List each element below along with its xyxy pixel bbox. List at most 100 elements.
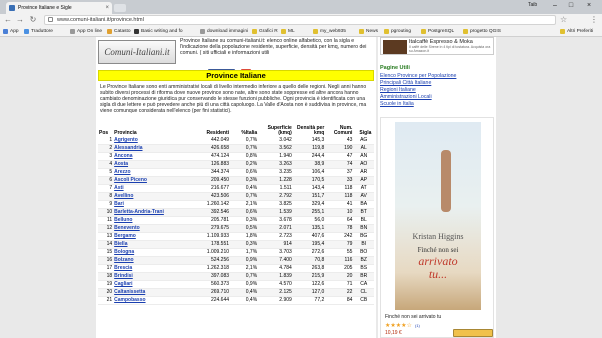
- link-province-popolazione[interactable]: Elenco Province per Popolazione: [380, 73, 456, 79]
- province-link[interactable]: Brescia: [114, 265, 132, 271]
- province-link[interactable]: Agrigento: [114, 137, 138, 143]
- cell-pct: 0,8%: [230, 152, 259, 162]
- cell-sup: 2.792: [258, 192, 293, 202]
- cell-name: Brindisi: [113, 272, 189, 282]
- bookmark-item[interactable]: Basic writing and fo: [134, 27, 183, 36]
- reload-icon[interactable]: ↻: [28, 15, 38, 25]
- cell-res: 269.710: [188, 288, 231, 298]
- bookmark-item[interactable]: Catasto: [107, 27, 131, 36]
- address-bar[interactable]: www.comuni-italiani.it/province.html: [44, 15, 556, 25]
- cell-pct: 0,7%: [230, 272, 259, 282]
- new-tab-button[interactable]: [114, 4, 126, 12]
- province-link[interactable]: Benevento: [114, 225, 140, 231]
- cell-name: Bolzano: [113, 256, 189, 266]
- cell-com: 242: [325, 232, 354, 242]
- cell-den: 127,0: [292, 288, 326, 298]
- cell-pct: 0,3%: [230, 240, 259, 250]
- table-row: 18 Brindisi 397.083 0,7% 1.839 215,9 20 BR: [98, 272, 374, 282]
- site-logo[interactable]: Comuni-Italiani.it: [98, 40, 176, 64]
- cell-sig: AO: [353, 160, 374, 170]
- province-link[interactable]: Biella: [114, 241, 127, 247]
- cell-sup: 2.723: [258, 232, 293, 242]
- cell-name: Ancona: [113, 152, 189, 162]
- tab-title: Province Italiane e Sigle: [18, 5, 72, 11]
- link-scuole[interactable]: Scuole in Italia: [380, 101, 414, 107]
- bookmark-item[interactable]: News: [359, 27, 378, 36]
- cell-sig: AR: [353, 168, 374, 178]
- province-link[interactable]: Alessandria: [114, 145, 142, 151]
- bookmark-item[interactable]: Altri Preferiti: [560, 27, 593, 36]
- ad-subtitle: Il caffè delle Sirene in 4 tipi di tosta…: [409, 45, 491, 53]
- cell-sup: 4.784: [258, 264, 293, 274]
- province-link[interactable]: Campobasso: [114, 297, 145, 303]
- forward-icon[interactable]: →: [15, 15, 25, 25]
- bookmark-label: App On line: [77, 29, 103, 34]
- cell-res: 1.260.142: [188, 200, 231, 210]
- close-tab-icon[interactable]: ×: [105, 2, 109, 14]
- table-row: 3 Ancona 474.124 0,8% 1.940 244,4 47 AN: [98, 152, 374, 162]
- tab-active[interactable]: Province Italiane e Sigle ×: [6, 2, 112, 14]
- bookmark-item[interactable]: App On line: [70, 27, 102, 36]
- province-link[interactable]: Bergamo: [114, 233, 136, 239]
- cell-pos: 4: [98, 160, 114, 170]
- province-link[interactable]: Ascoli Piceno: [114, 177, 147, 183]
- buy-button[interactable]: [453, 329, 493, 337]
- province-link[interactable]: Barletta-Andria-Trani: [114, 209, 164, 215]
- bookmark-item[interactable]: progetto QGIS: [463, 27, 501, 36]
- close-window-icon[interactable]: ×: [582, 0, 596, 12]
- cell-pct: 0,6%: [230, 208, 259, 218]
- bookmark-label: Traduttore: [31, 29, 53, 34]
- cell-sig: BT: [353, 208, 374, 218]
- maximize-icon[interactable]: □: [564, 0, 578, 12]
- tab-bar: Province Italiane e Sigle × Taib – □ ×: [0, 0, 602, 14]
- page-info-icon[interactable]: [48, 17, 53, 22]
- province-link[interactable]: Brindisi: [114, 273, 133, 279]
- bookmark-item[interactable]: my_web935: [313, 27, 346, 36]
- bookmark-item[interactable]: Grafici R: [252, 27, 278, 36]
- link-amministrazioni[interactable]: Amministrazioni Locali: [380, 94, 432, 100]
- review-count[interactable]: (1): [415, 323, 420, 328]
- province-link[interactable]: Aosta: [114, 161, 128, 167]
- book-cover[interactable]: Kristan Higgins Finché non sei arrivato …: [395, 122, 481, 310]
- cell-den: 77,2: [292, 296, 326, 306]
- cell-name: Arezzo: [113, 168, 189, 178]
- ad-banner[interactable]: Italcaffè Espresso & Moka Il caffè delle…: [380, 37, 494, 55]
- province-link[interactable]: Bari: [114, 201, 124, 207]
- province-link[interactable]: Arezzo: [114, 169, 130, 175]
- province-link[interactable]: Bologna: [114, 249, 134, 255]
- menu-icon[interactable]: ⋮: [590, 15, 598, 25]
- book-price: 10,19 €: [385, 330, 402, 336]
- minimize-icon[interactable]: –: [548, 0, 562, 12]
- cell-den: 215,9: [292, 272, 326, 282]
- bookmark-star-icon[interactable]: ☆: [560, 15, 567, 25]
- cell-pct: 2,1%: [230, 200, 259, 210]
- province-link[interactable]: Belluno: [114, 217, 132, 223]
- cell-name: Benevento: [113, 224, 189, 234]
- book-caption[interactable]: Finché non sei arrivato tu: [385, 314, 441, 320]
- cell-pct: 0,7%: [230, 137, 259, 146]
- bookmark-item[interactable]: download immagini: [200, 27, 248, 36]
- province-link[interactable]: Bolzano: [114, 257, 133, 263]
- province-link[interactable]: Asti: [114, 185, 123, 191]
- user-name[interactable]: Taib: [528, 2, 537, 8]
- bookmark-item[interactable]: Traduttore: [24, 27, 53, 36]
- cell-com: 10: [325, 208, 354, 218]
- province-link[interactable]: Avellino: [114, 193, 133, 199]
- bookmark-label: News: [366, 29, 378, 34]
- cell-res: 216.677: [188, 184, 231, 194]
- province-link[interactable]: Caltanissetta: [114, 289, 145, 295]
- bookmark-item[interactable]: PostgreSQL: [421, 27, 454, 36]
- province-link[interactable]: Cagliari: [114, 281, 132, 287]
- bookmark-item[interactable]: pgrouting: [384, 27, 411, 36]
- book-title-line1: Finché non sei: [417, 246, 459, 254]
- link-principali-citta[interactable]: Principali Città Italiane: [380, 80, 431, 86]
- province-link[interactable]: Ancona: [114, 153, 132, 159]
- link-regioni[interactable]: Regioni Italiane: [380, 87, 416, 93]
- bookmark-item[interactable]: ML: [281, 27, 295, 36]
- bookmark-item[interactable]: App: [3, 27, 19, 36]
- cell-pos: 11: [98, 216, 114, 226]
- cell-name: Barletta-Andria-Trani: [113, 208, 189, 218]
- book-ad[interactable]: Kristan Higgins Finché non sei arrivato …: [380, 117, 494, 338]
- back-icon[interactable]: ←: [3, 15, 13, 25]
- cell-sup: 3.825: [258, 200, 293, 210]
